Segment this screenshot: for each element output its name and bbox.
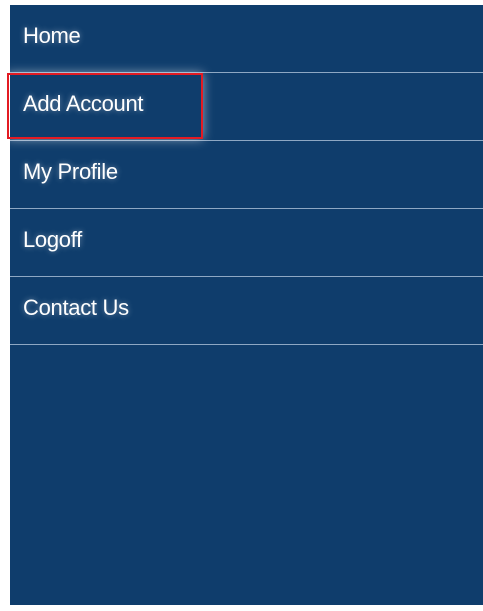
nav-item-add-account[interactable]: Add Account [7,73,483,141]
nav-item-label: My Profile [23,159,118,184]
nav-item-contact-us[interactable]: Contact Us [10,277,483,345]
nav-menu: Home Add Account My Profile Logoff Conta… [7,5,483,345]
nav-sidebar: Home Add Account My Profile Logoff Conta… [7,5,483,605]
nav-item-home[interactable]: Home [10,5,483,73]
nav-item-label: Logoff [23,227,82,252]
nav-item-label: Add Account [23,91,144,116]
nav-item-label: Contact Us [23,295,129,320]
nav-item-logoff[interactable]: Logoff [10,209,483,277]
nav-item-my-profile[interactable]: My Profile [10,141,483,209]
nav-item-label: Home [23,23,81,48]
